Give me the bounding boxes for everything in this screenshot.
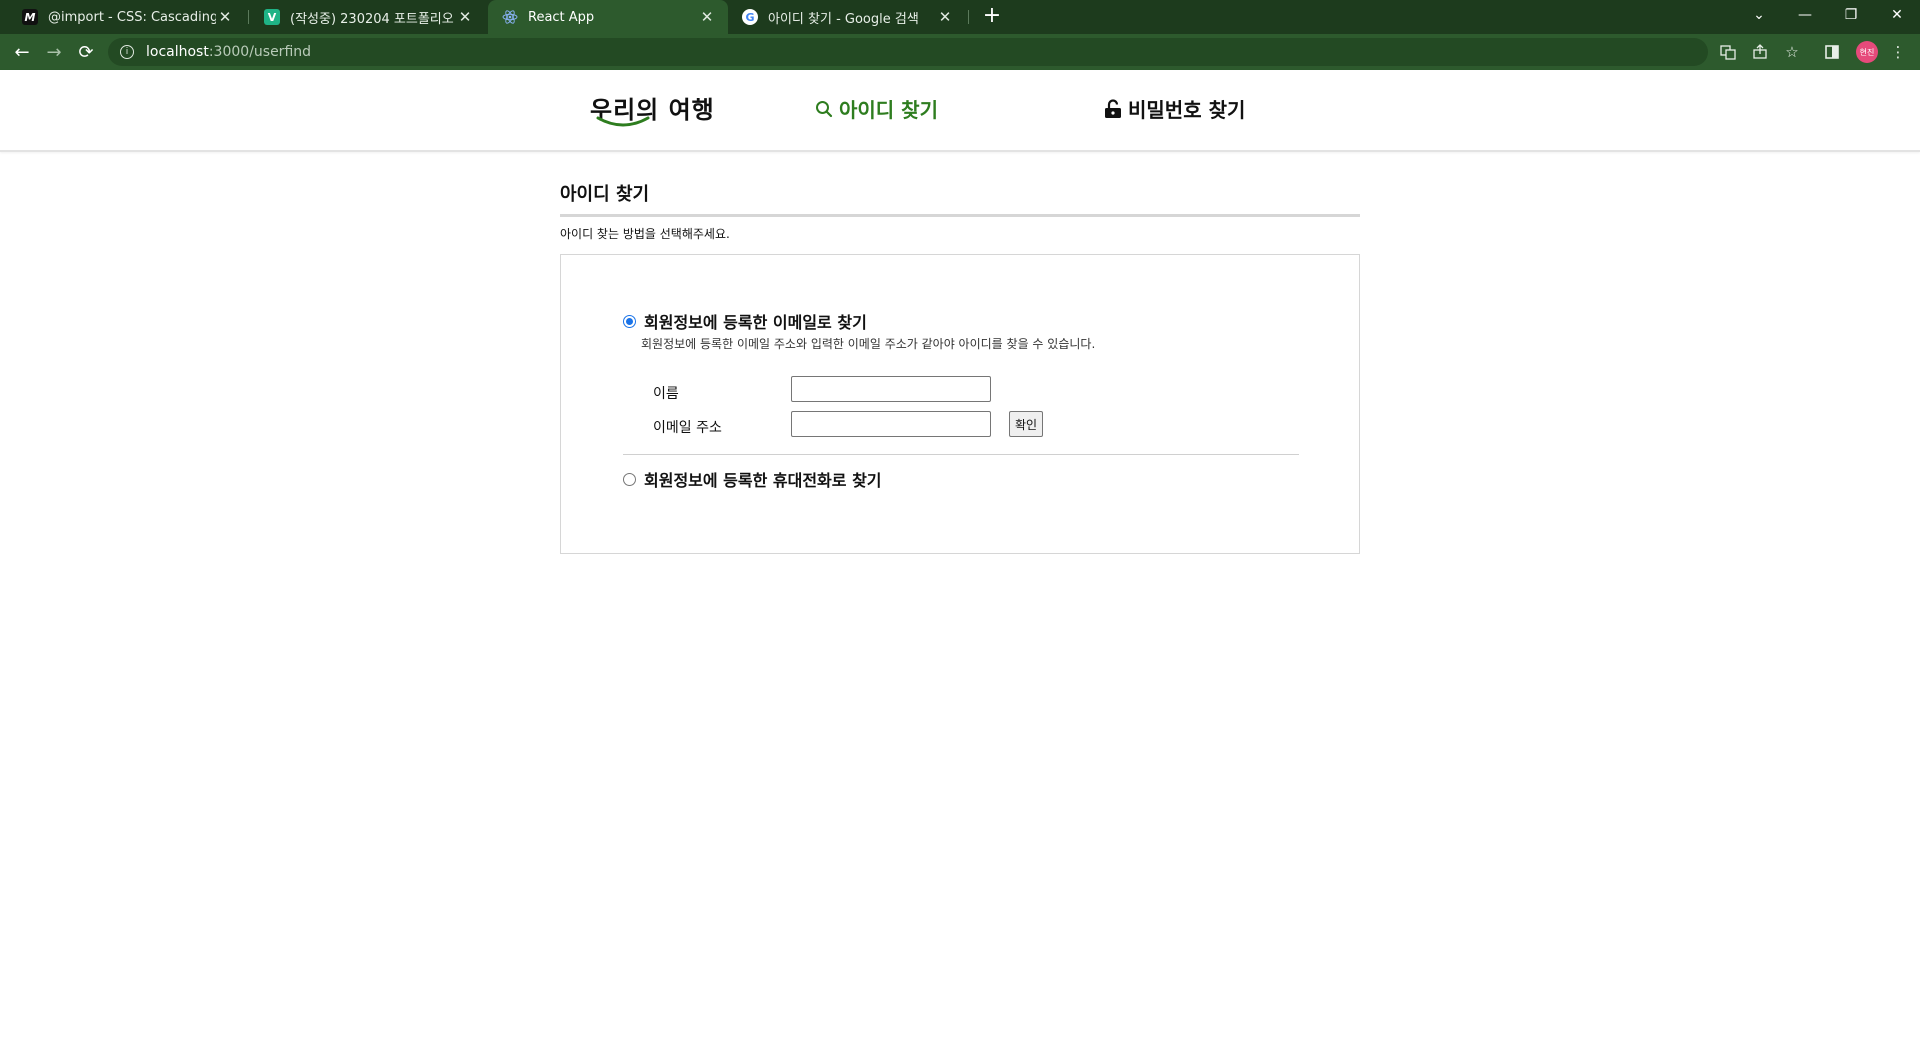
browser-tab[interactable]: M @import - CSS: Cascading Style ✕ xyxy=(8,0,246,34)
bookmark-star-icon[interactable]: ☆ xyxy=(1782,42,1802,62)
nav-find-id[interactable]: 아이디 찾기 xyxy=(815,94,938,123)
tab-title: @import - CSS: Cascading Style xyxy=(48,9,216,25)
close-tab-icon[interactable]: ✕ xyxy=(936,8,954,26)
url-path: :3000/userfind xyxy=(208,44,312,60)
find-id-section: 아이디 찾기 아이디 찾는 방법을 선택해주세요. 회원정보에 등록한 이메일로… xyxy=(560,180,1360,554)
minimize-icon[interactable]: — xyxy=(1782,0,1828,30)
tab-title: (작성중) 230204 포트폴리오 프로 xyxy=(290,11,456,27)
tab-separator xyxy=(968,10,969,24)
react-icon xyxy=(502,9,518,25)
browser-tab-bar: M @import - CSS: Cascading Style ✕ V (작성… xyxy=(0,0,1920,34)
close-tab-icon[interactable]: ✕ xyxy=(456,8,474,26)
smile-icon xyxy=(596,116,650,127)
close-window-icon[interactable]: ✕ xyxy=(1874,0,1920,30)
back-arrow-icon[interactable]: ← xyxy=(8,39,36,65)
url-host: localhost xyxy=(146,44,209,60)
site-info-icon[interactable]: i xyxy=(120,45,134,59)
restore-icon[interactable]: ❐ xyxy=(1828,0,1874,30)
velog-favicon-icon: V xyxy=(264,9,280,25)
mdn-favicon-icon: M xyxy=(22,9,38,25)
browser-tab[interactable]: G 아이디 찾기 - Google 검색 ✕ xyxy=(728,0,966,34)
site-logo[interactable]: 우리의 여행 xyxy=(590,90,714,130)
browser-toolbar: ← → ⟳ i localhost:3000/userfind ☆ 현진 ⋮ xyxy=(0,34,1920,70)
phone-option-label[interactable]: 회원정보에 등록한 휴대전화로 찾기 xyxy=(644,467,882,491)
site-header: 우리의 여행 아이디 찾기 비밀번호 찾기 xyxy=(0,70,1920,152)
close-tab-icon[interactable]: ✕ xyxy=(698,8,716,26)
share-icon[interactable] xyxy=(1750,42,1770,62)
tab-title: React App xyxy=(528,9,595,25)
side-panel-icon[interactable] xyxy=(1822,42,1842,62)
nav-find-password-label: 비밀번호 찾기 xyxy=(1128,98,1246,122)
name-field-label: 이름 xyxy=(653,386,679,402)
find-id-card: 회원정보에 등록한 이메일로 찾기 회원정보에 등록한 이메일 주소와 입력한 … xyxy=(560,254,1360,554)
forward-arrow-icon[interactable]: → xyxy=(40,39,68,65)
google-favicon-icon: G xyxy=(742,9,758,25)
menu-kebab-icon[interactable]: ⋮ xyxy=(1888,42,1908,62)
tab-search-icon[interactable]: ⌄ xyxy=(1736,0,1782,30)
confirm-button[interactable]: 확인 xyxy=(1009,411,1043,437)
new-tab-button[interactable]: + xyxy=(978,4,1006,30)
address-bar[interactable]: i localhost:3000/userfind xyxy=(108,38,1708,66)
tab-separator xyxy=(248,10,249,24)
email-input[interactable] xyxy=(791,411,991,437)
name-input[interactable] xyxy=(791,376,991,402)
search-icon xyxy=(816,100,833,117)
unlock-icon xyxy=(1105,98,1121,118)
browser-tab-active[interactable]: React App ✕ xyxy=(488,0,728,34)
email-field-label: 이메일 주소 xyxy=(653,420,722,436)
translate-icon[interactable] xyxy=(1718,42,1738,62)
email-option-radio[interactable] xyxy=(623,314,636,328)
option-phone[interactable]: 회원정보에 등록한 휴대전화로 찾기 xyxy=(623,467,882,491)
nav-find-id-label: 아이디 찾기 xyxy=(839,98,938,122)
email-option-description: 회원정보에 등록한 이메일 주소와 입력한 이메일 주소가 같아야 아이디를 찾… xyxy=(641,337,1096,351)
phone-option-radio[interactable] xyxy=(623,472,636,486)
browser-tab[interactable]: V (작성중) 230204 포트폴리오 프로 ✕ xyxy=(250,0,486,34)
profile-avatar[interactable]: 현진 xyxy=(1856,41,1878,63)
tab-title: 아이디 찾기 - Google 검색 xyxy=(768,11,919,27)
page-subtitle: 아이디 찾는 방법을 선택해주세요. xyxy=(560,227,730,241)
page-title: 아이디 찾기 xyxy=(560,180,1360,217)
nav-find-password[interactable]: 비밀번호 찾기 xyxy=(1104,94,1245,123)
option-email[interactable]: 회원정보에 등록한 이메일로 찾기 xyxy=(623,309,867,333)
reload-icon[interactable]: ⟳ xyxy=(72,39,100,65)
email-option-label[interactable]: 회원정보에 등록한 이메일로 찾기 xyxy=(644,309,867,333)
option-divider xyxy=(623,454,1299,455)
close-tab-icon[interactable]: ✕ xyxy=(216,8,234,26)
